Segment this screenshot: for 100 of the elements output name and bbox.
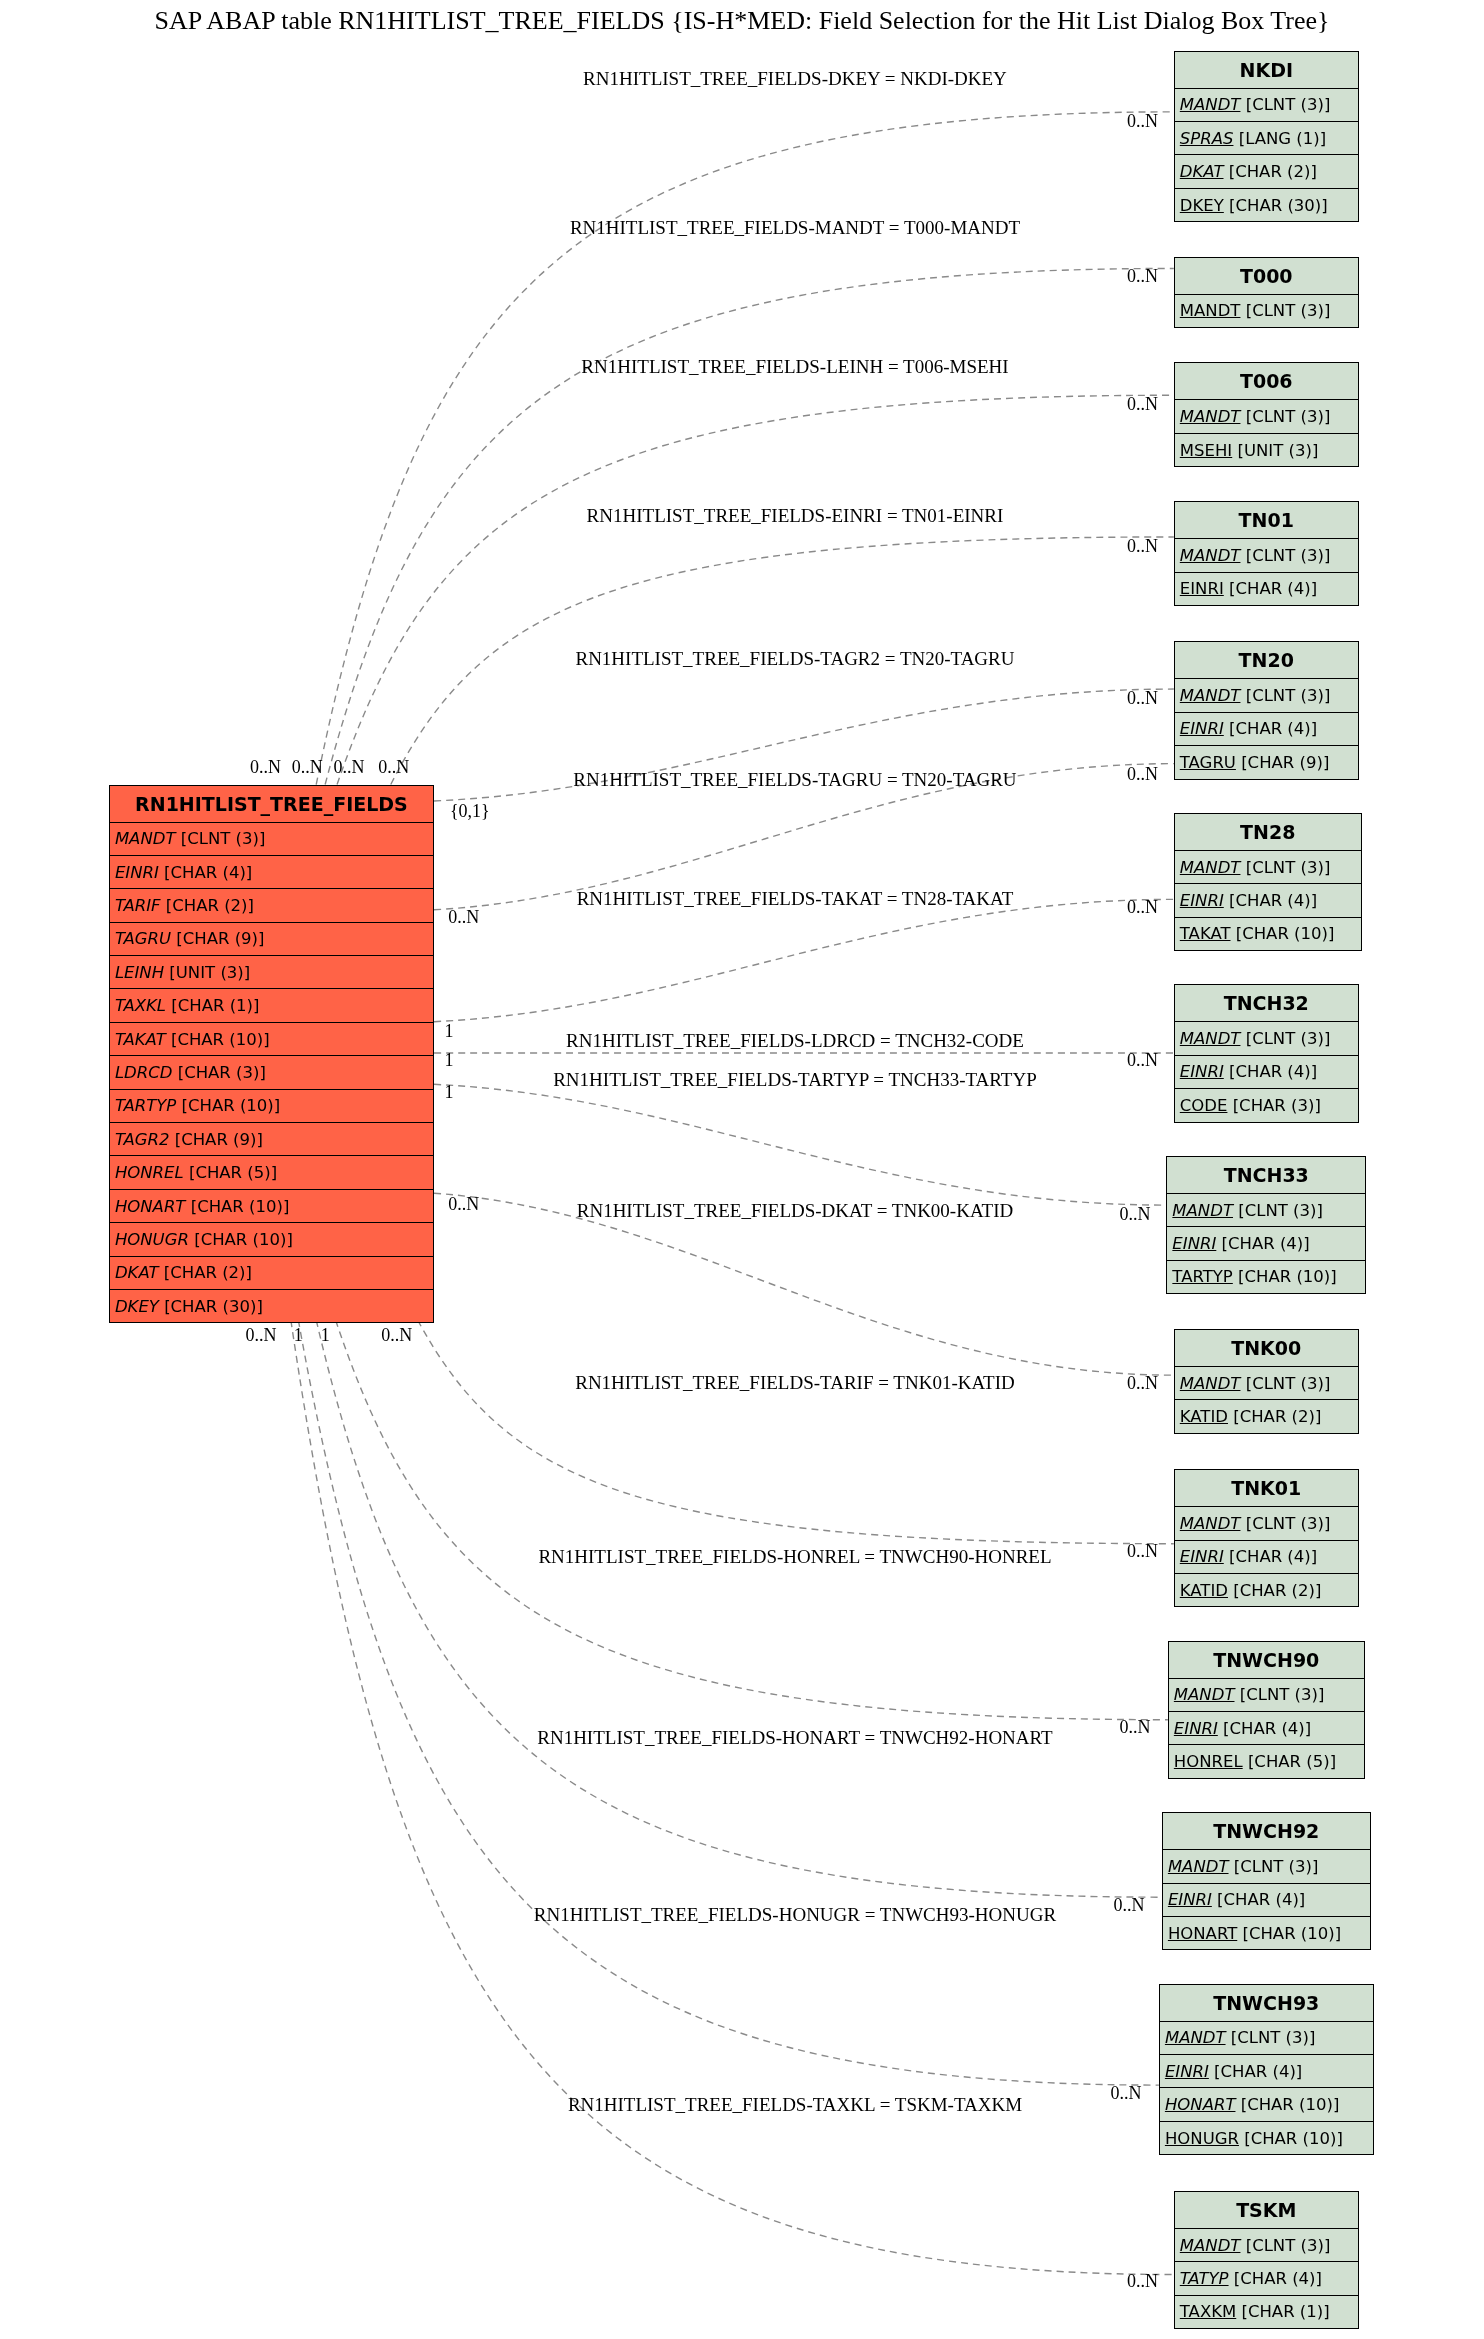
table-header: TN20 xyxy=(1237,648,1295,674)
cardinality-label: 0..N xyxy=(381,1324,413,1346)
field-row: MANDT [CLNT (3)] xyxy=(1174,678,1358,712)
cardinality-label: 1 xyxy=(444,1081,454,1103)
cardinality-label: 1 xyxy=(444,1049,454,1071)
cardinality-label: 1 xyxy=(293,1324,303,1346)
field-row: TAGRU [CHAR (9)] xyxy=(109,921,433,956)
cardinality-label: 0..N xyxy=(1127,1540,1158,1562)
field-row: EINRI [CHAR (4)] xyxy=(1174,883,1361,917)
relation-label: RN1HITLIST_TREE_FIELDS-MANDT = T000-MANDT xyxy=(569,217,1021,240)
field-row: TARTYP [CHAR (10)] xyxy=(1167,1259,1366,1294)
field-row: HONREL [CHAR (5)] xyxy=(109,1155,433,1189)
table-header: TN28 xyxy=(1239,819,1297,845)
field-row: MANDT [CLNT (3)] xyxy=(1167,1192,1366,1227)
cardinality-label: 0..N xyxy=(1127,265,1158,287)
field-row: MANDT [CLNT (3)] xyxy=(1174,538,1358,572)
cardinality-label: 0..N xyxy=(1119,1203,1151,1225)
field-row: MANDT [CLNT (3)] xyxy=(1162,1849,1370,1883)
cardinality-label: 0..N xyxy=(1110,2082,1142,2104)
field-row: DKAT [CHAR (2)] xyxy=(1174,154,1358,188)
table-header: T000 xyxy=(1238,263,1294,289)
field-row: HONUGR [CHAR (10)] xyxy=(1159,2120,1373,2155)
table-header: TNCH32 xyxy=(1222,991,1310,1017)
cardinality-label: 0..N xyxy=(1127,393,1158,415)
field-row: TAXKL [CHAR (1)] xyxy=(109,988,433,1022)
field-row: MANDT [CLNT (3)] xyxy=(1174,1365,1358,1400)
table-header: TNWCH92 xyxy=(1212,1819,1321,1845)
cardinality-label: 0..N xyxy=(1127,896,1158,918)
cardinality-label: 0..N xyxy=(1113,1894,1145,1916)
cardinality-label: 0..N xyxy=(291,756,323,778)
cardinality-label: 0..N xyxy=(1127,1049,1158,1071)
relation-label: RN1HITLIST_TREE_FIELDS-TAGRU = TN20-TAGRU xyxy=(573,769,1017,792)
field-row: MANDT [CLNT (3)] xyxy=(1168,1677,1364,1712)
cardinality-label: 0..N xyxy=(250,756,281,778)
table-header: TNK01 xyxy=(1230,1476,1303,1502)
cardinality-label: 1 xyxy=(444,1020,454,1042)
cardinality-label: 0..N xyxy=(378,756,410,778)
field-row: EINRI [CHAR (4)] xyxy=(1174,571,1358,605)
table-header: TN01 xyxy=(1237,508,1295,534)
table-header: TNWCH93 xyxy=(1212,1990,1321,2016)
field-row: HONART [CHAR (10)] xyxy=(1159,2087,1373,2121)
field-row: HONREL [CHAR (5)] xyxy=(1168,1744,1364,1778)
table-header: RN1HITLIST_TREE_FIELDS xyxy=(134,791,409,818)
field-row: TAGR2 [CHAR (9)] xyxy=(109,1122,433,1156)
field-row: MANDT [CLNT (3)] xyxy=(1174,1506,1358,1540)
field-row: MANDT [CLNT (3)] xyxy=(1174,293,1358,327)
field-row: EINRI [CHAR (4)] xyxy=(1174,1054,1358,1089)
table-header: TNK00 xyxy=(1230,1335,1303,1361)
field-row: EINRI [CHAR (4)] xyxy=(1174,1539,1358,1573)
cardinality-label: 0..N xyxy=(448,1193,480,1215)
relation-label: RN1HITLIST_TREE_FIELDS-LDRCD = TNCH32-CODE xyxy=(566,1030,1024,1053)
relation-label: RN1HITLIST_TREE_FIELDS-HONART = TNWCH92-HONART xyxy=(537,1726,1053,1749)
field-row: TAXKM [CHAR (1)] xyxy=(1174,2294,1358,2329)
relation-label: RN1HITLIST_TREE_FIELDS-TAXKL = TSKM-TAXKM xyxy=(567,2093,1023,2116)
relation-label: RN1HITLIST_TREE_FIELDS-DKAT = TNK00-KATID xyxy=(576,1200,1014,1223)
field-row: EINRI [CHAR (4)] xyxy=(1162,1882,1370,1916)
field-row: HONART [CHAR (10)] xyxy=(1162,1915,1370,1950)
field-row: KATID [CHAR (2)] xyxy=(1174,1572,1358,1607)
field-row: LEINH [UNIT (3)] xyxy=(109,955,433,989)
field-row: MANDT [CLNT (3)] xyxy=(1174,1021,1358,1055)
field-row: DKAT [CHAR (2)] xyxy=(109,1255,433,1289)
field-row: EINRI [CHAR (4)] xyxy=(1174,711,1358,746)
field-row: DKEY [CHAR (30)] xyxy=(109,1289,433,1323)
cardinality-label: 0..N xyxy=(1127,110,1158,132)
table-header: TNCH33 xyxy=(1222,1162,1310,1188)
cardinality-label: 0..N xyxy=(1127,535,1158,557)
field-row: MANDT [CLNT (3)] xyxy=(1174,87,1358,122)
relation-label: RN1HITLIST_TREE_FIELDS-TAGR2 = TN20-TAGRU xyxy=(575,648,1015,671)
table-header: TSKM xyxy=(1235,2198,1298,2223)
field-row: EINRI [CHAR (4)] xyxy=(1168,1711,1364,1745)
cardinality-label: 1 xyxy=(320,1324,330,1346)
cardinality-label: 0..N xyxy=(1119,1716,1151,1738)
field-row: MANDT [CLNT (3)] xyxy=(1174,849,1361,884)
field-row: HONUGR [CHAR (10)] xyxy=(109,1222,433,1256)
relation-label: RN1HITLIST_TREE_FIELDS-LEINH = T006-MSEHI xyxy=(581,355,1009,378)
field-row: SPRAS [LANG (1)] xyxy=(1174,121,1358,155)
field-row: MANDT [CLNT (3)] xyxy=(1174,399,1358,433)
field-row: EINRI [CHAR (4)] xyxy=(1159,2054,1373,2088)
field-row: MSEHI [UNIT (3)] xyxy=(1174,432,1358,467)
field-row: TARTYP [CHAR (10)] xyxy=(109,1088,433,1123)
field-row: TAGRU [CHAR (9)] xyxy=(1174,745,1358,779)
field-row: EINRI [CHAR (4)] xyxy=(109,854,433,889)
cardinality-label: 0..N xyxy=(1127,687,1158,709)
table-header: NKDI xyxy=(1238,57,1294,83)
field-row: LDRCD [CHAR (3)] xyxy=(109,1055,433,1089)
cardinality-label: 0..N xyxy=(245,1324,277,1346)
field-row: HONART [CHAR (10)] xyxy=(109,1188,433,1223)
cardinality-label: {0,1} xyxy=(449,800,490,822)
table-header: TNWCH90 xyxy=(1212,1647,1321,1673)
field-row: MANDT [CLNT (3)] xyxy=(109,821,433,855)
field-row: EINRI [CHAR (4)] xyxy=(1167,1226,1366,1260)
field-row: DKEY [CHAR (30)] xyxy=(1174,187,1358,222)
field-row: TARIF [CHAR (2)] xyxy=(109,888,433,922)
field-row: TAKAT [CHAR (10)] xyxy=(109,1021,433,1056)
relation-label: RN1HITLIST_TREE_FIELDS-EINRI = TN01-EINRI xyxy=(586,505,1004,528)
field-row: KATID [CHAR (2)] xyxy=(1174,1399,1358,1433)
relation-label: RN1HITLIST_TREE_FIELDS-DKEY = NKDI-DKEY xyxy=(583,68,1007,91)
relation-label: RN1HITLIST_TREE_FIELDS-HONUGR = TNWCH93-HONUGR xyxy=(533,1904,1057,1927)
cardinality-label: 0..N xyxy=(333,756,365,778)
field-row: TAKAT [CHAR (10)] xyxy=(1174,916,1361,951)
